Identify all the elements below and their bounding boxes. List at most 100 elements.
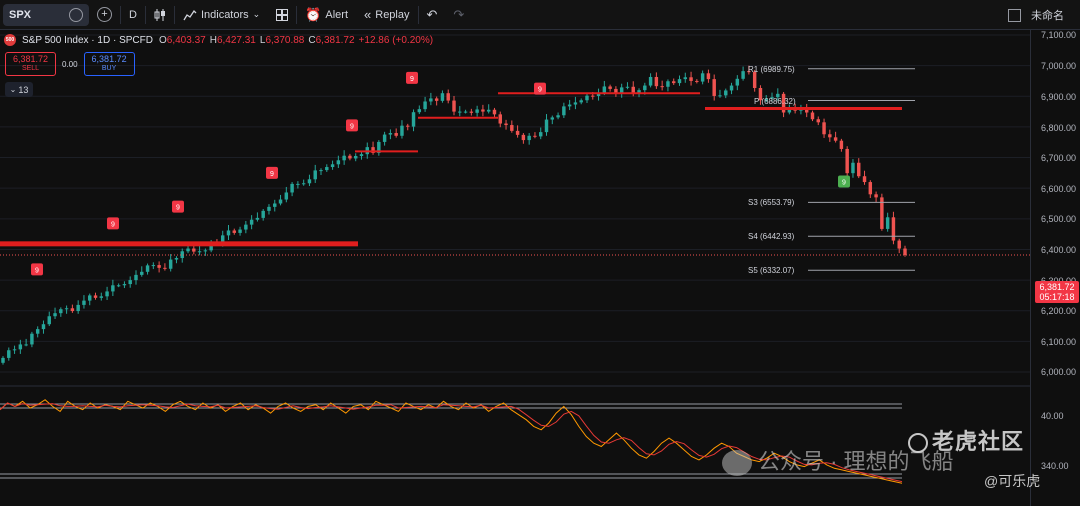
price-chart[interactable]: 9 9 9 9 9 9 9 9	[0, 30, 1030, 506]
candle-body	[429, 98, 433, 102]
high-key: H	[209, 34, 217, 46]
buy-button[interactable]: 6,381.72 BUY	[83, 52, 135, 76]
current-price-value: 6,381.72	[1039, 282, 1075, 292]
candle-body	[683, 77, 688, 80]
candle-body	[394, 133, 398, 136]
redo-icon: ↷	[453, 6, 465, 22]
candle-body	[145, 265, 150, 272]
price-axis-label: 7,000.00	[1041, 61, 1077, 71]
sell-button[interactable]: 6,381.72 SELL	[5, 52, 56, 76]
candle-body	[527, 135, 531, 141]
price-axis-label: 6,900.00	[1041, 92, 1077, 102]
td-sequential-label: 9	[111, 221, 115, 228]
candle-body	[700, 73, 705, 82]
layout-name[interactable]: 未命名	[1031, 7, 1064, 23]
fullscreen-checkbox[interactable]	[1008, 8, 1021, 22]
candle-body	[868, 182, 873, 195]
price-axis-label: 6,600.00	[1041, 184, 1077, 194]
candle-body	[625, 86, 630, 88]
candle-body	[238, 229, 242, 233]
candle-body	[706, 73, 711, 80]
oscillator-axis-label: 340.00	[1041, 461, 1069, 471]
candle-body	[874, 194, 878, 198]
candle-body	[648, 76, 653, 86]
candle-body	[128, 280, 132, 285]
candle-body	[261, 210, 265, 218]
candle-body	[504, 123, 508, 126]
chart-type-button[interactable]	[146, 0, 174, 30]
plus-circle-icon: +	[97, 7, 112, 22]
candle-body	[76, 304, 80, 312]
candle-body	[515, 130, 520, 135]
symbol-search-field[interactable]: SPX	[3, 3, 89, 26]
candles-icon	[154, 8, 165, 21]
interval-button[interactable]: D	[121, 0, 145, 30]
price-axis-label: 6,200.00	[1041, 306, 1077, 316]
candle-body	[157, 265, 161, 268]
candle-body	[452, 100, 456, 112]
symbol-search-icon[interactable]	[69, 7, 83, 22]
spread-value: 0.00	[62, 59, 78, 69]
redo-button[interactable]: ↷	[445, 0, 472, 30]
candle-body	[828, 134, 832, 138]
undo-icon: ↶	[426, 6, 438, 22]
candle-body	[891, 217, 896, 241]
trade-buttons: 6,381.72 SELL 0.00 6,381.72 BUY	[5, 52, 135, 76]
candle-body	[348, 155, 352, 159]
candle-body	[440, 93, 445, 101]
candle-body	[174, 258, 179, 260]
wechat-icon	[722, 450, 752, 477]
candle-body	[695, 80, 699, 82]
candle-body	[122, 284, 127, 286]
indicators-icon	[183, 9, 197, 20]
price-axis[interactable]: 7,100.00 7,000.00 6,900.00 6,800.00 6,70…	[1030, 30, 1080, 506]
alert-button[interactable]: ⏰ Alert	[297, 0, 356, 30]
candle-body	[857, 162, 861, 177]
candle-body	[469, 111, 474, 113]
candle-body	[296, 183, 300, 185]
candle-body	[116, 285, 121, 287]
candle-body	[325, 167, 329, 171]
candle-body	[677, 79, 682, 84]
buy-price: 6,381.72	[91, 54, 127, 64]
support-level-line	[0, 241, 358, 247]
indicators-button[interactable]: Indicators ⌄	[175, 0, 268, 30]
candle-body	[602, 86, 607, 94]
candle-body	[550, 117, 555, 120]
candle-body	[423, 101, 427, 110]
pivot-s3-label: S3 (6553.79)	[748, 198, 795, 207]
td-sequential-label: 9	[176, 205, 180, 212]
top-toolbar: SPX + D Indicators ⌄ ⏰ Alert « Replay ↶ …	[0, 0, 1080, 30]
candle-body	[88, 295, 92, 301]
candle-body	[255, 217, 260, 220]
candle-body	[660, 86, 664, 88]
candle-body	[544, 119, 549, 133]
candle-body	[35, 329, 40, 334]
undo-button[interactable]: ↶	[419, 0, 446, 30]
candle-body	[353, 156, 358, 159]
alarm-clock-icon: ⏰	[305, 6, 322, 22]
compare-symbol-button[interactable]: +	[89, 0, 120, 30]
candle-body	[816, 119, 820, 123]
candle-body	[99, 296, 104, 298]
layouts-button[interactable]	[268, 0, 296, 30]
symbol-logo: 500	[4, 34, 16, 46]
candle-body	[226, 230, 231, 236]
legend-title[interactable]: S&P 500 Index · 1D · SPCFD	[22, 35, 153, 46]
candle-body	[93, 295, 98, 298]
indicators-label: Indicators	[200, 8, 249, 21]
pivot-p-label: P (6886.32)	[754, 97, 796, 106]
candle-body	[307, 179, 312, 184]
candle-body	[579, 100, 583, 103]
candle-body	[70, 308, 75, 312]
candle-body	[741, 71, 745, 79]
candle-body	[735, 78, 740, 86]
candle-body	[290, 183, 294, 193]
indicators-collapse-button[interactable]: ⌄ 13	[5, 82, 33, 97]
candle-body	[573, 102, 578, 105]
candle-body	[689, 77, 693, 81]
symbol-text: SPX	[9, 8, 32, 21]
replay-button[interactable]: « Replay	[356, 0, 417, 30]
interval-label: D	[129, 8, 137, 21]
candle-body	[59, 309, 63, 314]
